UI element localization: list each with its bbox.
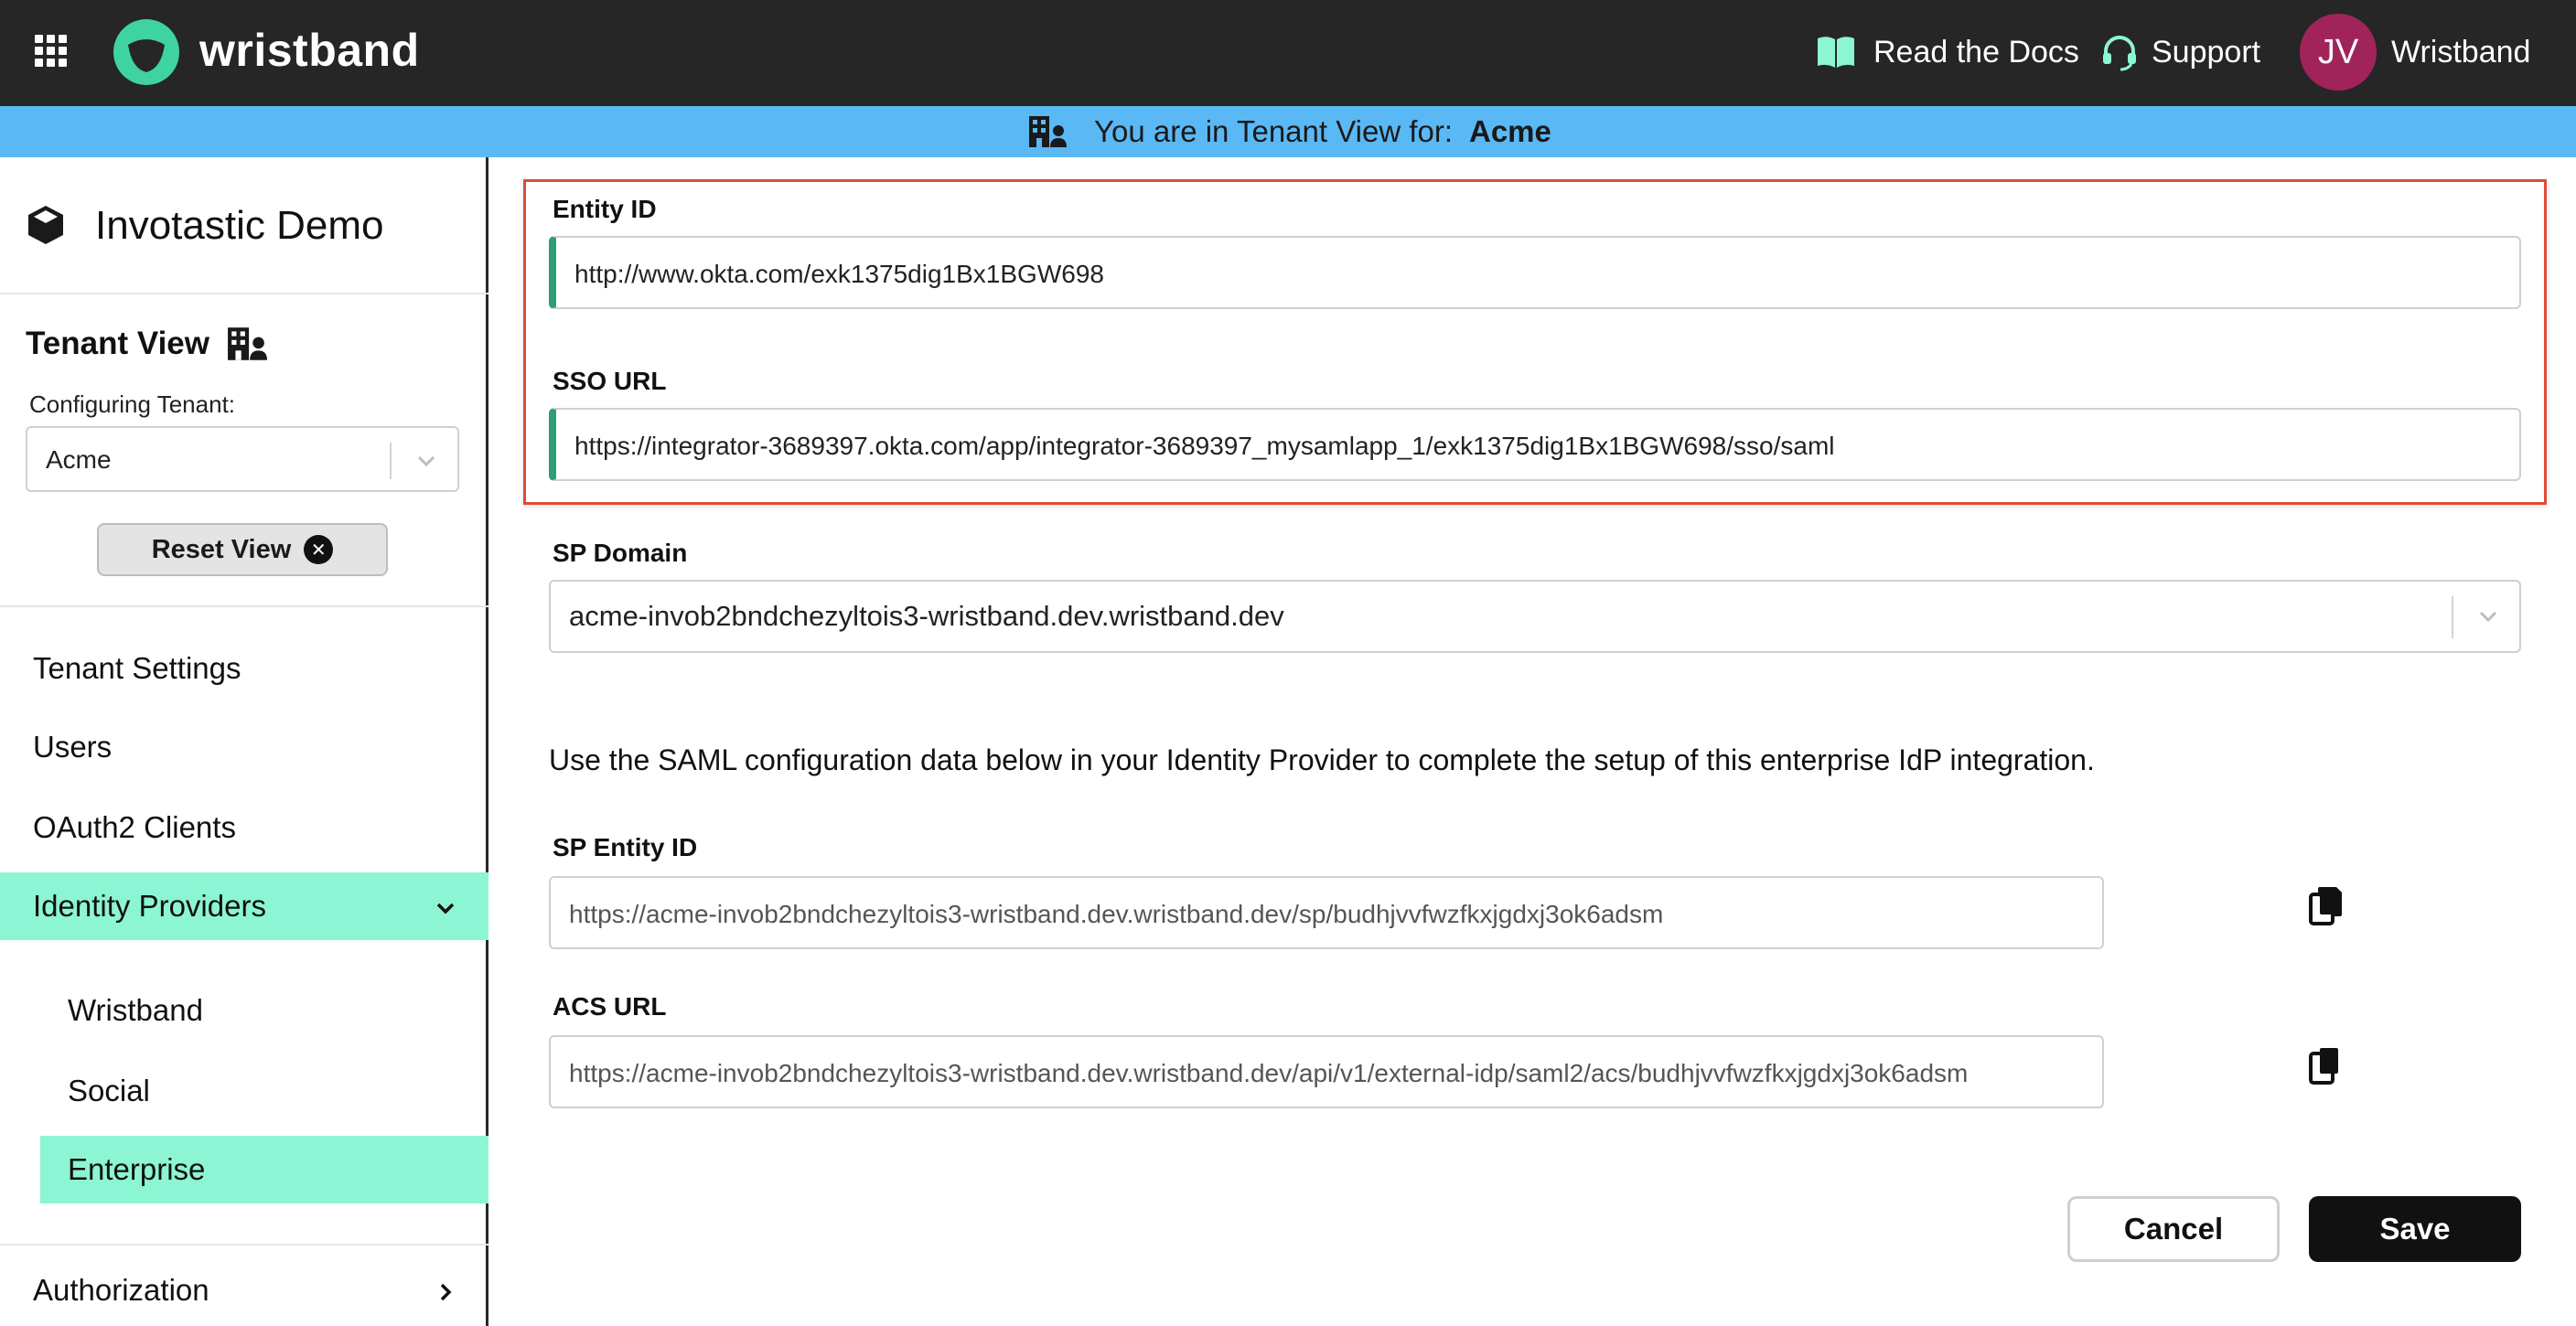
select-separator	[2452, 596, 2453, 638]
chevron-down-icon[interactable]	[2474, 602, 2503, 631]
acs-url-field[interactable]: https://acme-invob2bndchezyltois3-wristb…	[549, 1035, 2104, 1108]
sp-domain-label: SP Domain	[553, 539, 688, 567]
nav-item-oauth2-clients[interactable]: OAuth2 Clients	[0, 794, 488, 861]
nav-item-label: Identity Providers	[33, 889, 266, 923]
app-grid-icon[interactable]	[35, 35, 68, 68]
app-name: Invotastic Demo	[95, 203, 384, 248]
cube-icon	[28, 206, 63, 244]
nav-sub-item-label: Wristband	[68, 993, 203, 1027]
chevron-down-icon	[436, 903, 455, 914]
user-avatar[interactable]: JV	[2300, 14, 2377, 91]
sp-entity-id-value: https://acme-invob2bndchezyltois3-wristb…	[569, 900, 1664, 928]
headset-icon[interactable]	[2100, 33, 2139, 71]
tenant-select[interactable]: Acme	[26, 426, 459, 492]
nav-item-authorization[interactable]: Authorization	[0, 1256, 488, 1324]
building-user-icon	[228, 327, 267, 360]
sidebar-divider	[0, 1244, 488, 1246]
reset-view-button[interactable]: Reset View ✕	[97, 523, 388, 576]
nav-item-label: Users	[33, 730, 113, 764]
sso-url-input[interactable]: https://integrator-3689397.okta.com/app/…	[549, 408, 2521, 481]
sso-url-value: https://integrator-3689397.okta.com/app/…	[574, 432, 1835, 460]
read-the-docs-link[interactable]: Read the Docs	[1873, 34, 2079, 70]
nav-item-users[interactable]: Users	[0, 713, 488, 781]
brand-name[interactable]: wristband	[199, 18, 420, 82]
save-button[interactable]: Save	[2309, 1196, 2521, 1262]
copy-icon[interactable]	[2307, 1044, 2345, 1086]
nav-item-identity-providers[interactable]: Identity Providers	[0, 872, 488, 940]
acs-url-label: ACS URL	[553, 992, 667, 1021]
sidebar: Invotastic Demo Tenant View Configuring …	[0, 157, 488, 1326]
reset-view-label: Reset View	[151, 534, 292, 564]
entity-id-label: Entity ID	[553, 195, 657, 223]
nav-sub-item-label: Social	[68, 1074, 150, 1107]
chevron-down-icon[interactable]	[412, 446, 441, 476]
sp-entity-id-label: SP Entity ID	[553, 833, 698, 861]
cancel-button[interactable]: Cancel	[2067, 1196, 2280, 1262]
user-name[interactable]: Wristband	[2391, 34, 2530, 70]
entity-id-input[interactable]: http://www.okta.com/exk1375dig1Bx1BGW698	[549, 236, 2521, 309]
acs-url-value: https://acme-invob2bndchezyltois3-wristb…	[569, 1059, 1969, 1087]
nav-item-tenant-settings[interactable]: Tenant Settings	[0, 635, 488, 702]
nav-sub-item-label: Enterprise	[68, 1152, 206, 1186]
tenant-view-banner-tenant: Acme	[1469, 114, 1551, 148]
sp-domain-value: acme-invob2bndchezyltois3-wristband.dev.…	[569, 600, 1284, 632]
tenant-view-title: Tenant View	[26, 326, 209, 361]
copy-icon[interactable]	[2307, 885, 2345, 927]
building-user-icon	[1029, 116, 1067, 147]
close-circle-icon: ✕	[304, 535, 334, 564]
sidebar-divider	[0, 605, 488, 607]
select-separator	[390, 443, 392, 479]
nav-item-label: Tenant Settings	[33, 651, 242, 685]
top-navigation-bar: wristband Read the Docs Support JV Wrist…	[0, 0, 2576, 106]
book-icon[interactable]	[1816, 35, 1856, 70]
support-link[interactable]: Support	[2152, 34, 2260, 70]
nav-sub-item-enterprise[interactable]: Enterprise	[40, 1136, 488, 1203]
sp-domain-select[interactable]: acme-invob2bndchezyltois3-wristband.dev.…	[549, 580, 2521, 653]
nav-item-label: Authorization	[33, 1273, 209, 1307]
saml-config-info-text: Use the SAML configuration data below in…	[549, 743, 2095, 776]
sidebar-divider	[0, 293, 488, 294]
configuring-tenant-label: Configuring Tenant:	[29, 390, 236, 418]
sso-url-label: SSO URL	[553, 367, 667, 395]
sp-entity-id-field[interactable]: https://acme-invob2bndchezyltois3-wristb…	[549, 876, 2104, 949]
nav-item-label: OAuth2 Clients	[33, 810, 236, 844]
chevron-right-icon	[440, 1283, 452, 1301]
wristband-logo-icon[interactable]	[112, 17, 181, 87]
nav-sub-item-social[interactable]: Social	[40, 1057, 488, 1125]
entity-id-value: http://www.okta.com/exk1375dig1Bx1BGW698	[574, 260, 1104, 288]
tenant-view-banner: You are in Tenant View for: Acme	[0, 106, 2576, 157]
tenant-view-banner-text: You are in Tenant View for:	[1094, 114, 1454, 148]
nav-sub-item-wristband[interactable]: Wristband	[40, 977, 488, 1044]
tenant-select-value: Acme	[46, 445, 112, 474]
